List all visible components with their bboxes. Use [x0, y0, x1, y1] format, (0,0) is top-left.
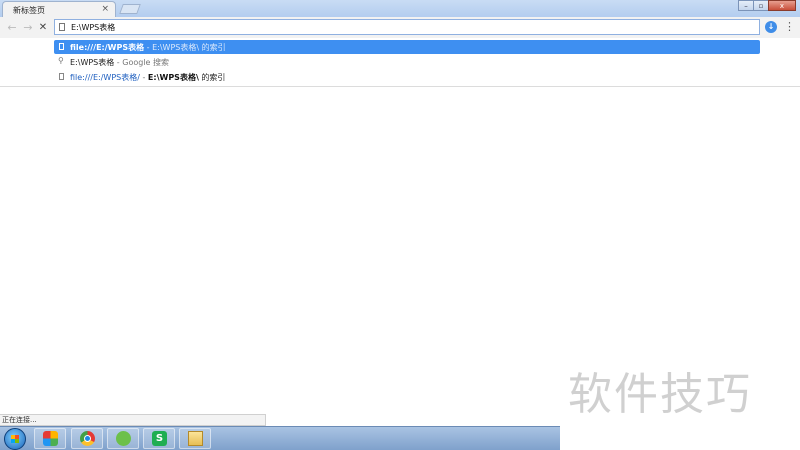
search-icon: ⚲: [58, 56, 64, 65]
launcher-icon: [43, 431, 58, 446]
extension-icon[interactable]: ↓: [765, 21, 777, 33]
tab-strip: 新标签页 × – ▫ x: [0, 0, 800, 17]
suggestion-bold: E:\WPS表格\: [147, 73, 199, 82]
page-icon: [59, 73, 64, 80]
suggestion-item[interactable]: file:///E:/WPS表格/ - E:\WPS表格\ 的索引: [54, 70, 760, 84]
taskbar-wechat[interactable]: [107, 428, 139, 449]
suggestion-url: file:///E:/WPS表格: [70, 43, 145, 52]
suggestion-desc: Google 搜索: [122, 58, 170, 67]
start-button[interactable]: [4, 428, 26, 450]
watermark: 软件技巧: [568, 369, 752, 420]
taskbar: S: [0, 426, 560, 450]
suggestion-desc: 的索引: [198, 73, 226, 82]
wps-icon: S: [152, 431, 167, 446]
minimize-button[interactable]: –: [738, 0, 754, 11]
status-bubble: 正在连接...: [0, 414, 266, 426]
close-window-button[interactable]: x: [768, 0, 796, 11]
suggestion-url: file:///E:/WPS表格/: [70, 73, 140, 82]
folder-icon: [188, 431, 203, 446]
taskbar-launcher[interactable]: [34, 428, 66, 449]
wechat-icon: [116, 431, 131, 446]
address-input[interactable]: E:\WPS表格: [71, 22, 115, 33]
taskbar-wps[interactable]: S: [143, 428, 175, 449]
page-icon: [59, 43, 64, 50]
address-bar[interactable]: E:\WPS表格: [54, 19, 760, 35]
tab-title: 新标签页: [13, 6, 45, 15]
forward-icon[interactable]: →: [20, 20, 36, 36]
taskbar-explorer[interactable]: [179, 428, 211, 449]
suggestion-desc: E:\WPS表格\ 的索引: [152, 43, 226, 52]
maximize-button[interactable]: ▫: [753, 0, 769, 11]
window-controls: – ▫ x: [738, 0, 796, 12]
page-icon: [59, 23, 65, 31]
tab-new-tab[interactable]: 新标签页 ×: [2, 1, 116, 17]
suggestion-item[interactable]: file:///E:/WPS表格 - E:\WPS表格\ 的索引: [54, 40, 760, 54]
tab-close-icon[interactable]: ×: [101, 4, 109, 14]
back-icon[interactable]: ←: [4, 20, 20, 36]
omnibox-suggestions: file:///E:/WPS表格 - E:\WPS表格\ 的索引 ⚲ E:\WP…: [0, 38, 800, 87]
new-tab-button[interactable]: [119, 4, 141, 14]
suggestion-text: E:\WPS表格: [70, 58, 115, 67]
browser-toolbar: ← → ✕ E:\WPS表格 ↓ ⋮: [0, 17, 800, 38]
stop-loading-icon[interactable]: ✕: [35, 20, 51, 36]
taskbar-chrome[interactable]: [71, 428, 103, 449]
suggestion-item[interactable]: ⚲ E:\WPS表格 - Google 搜索: [54, 55, 760, 69]
chrome-icon: [80, 431, 95, 446]
menu-icon[interactable]: ⋮: [784, 20, 795, 34]
